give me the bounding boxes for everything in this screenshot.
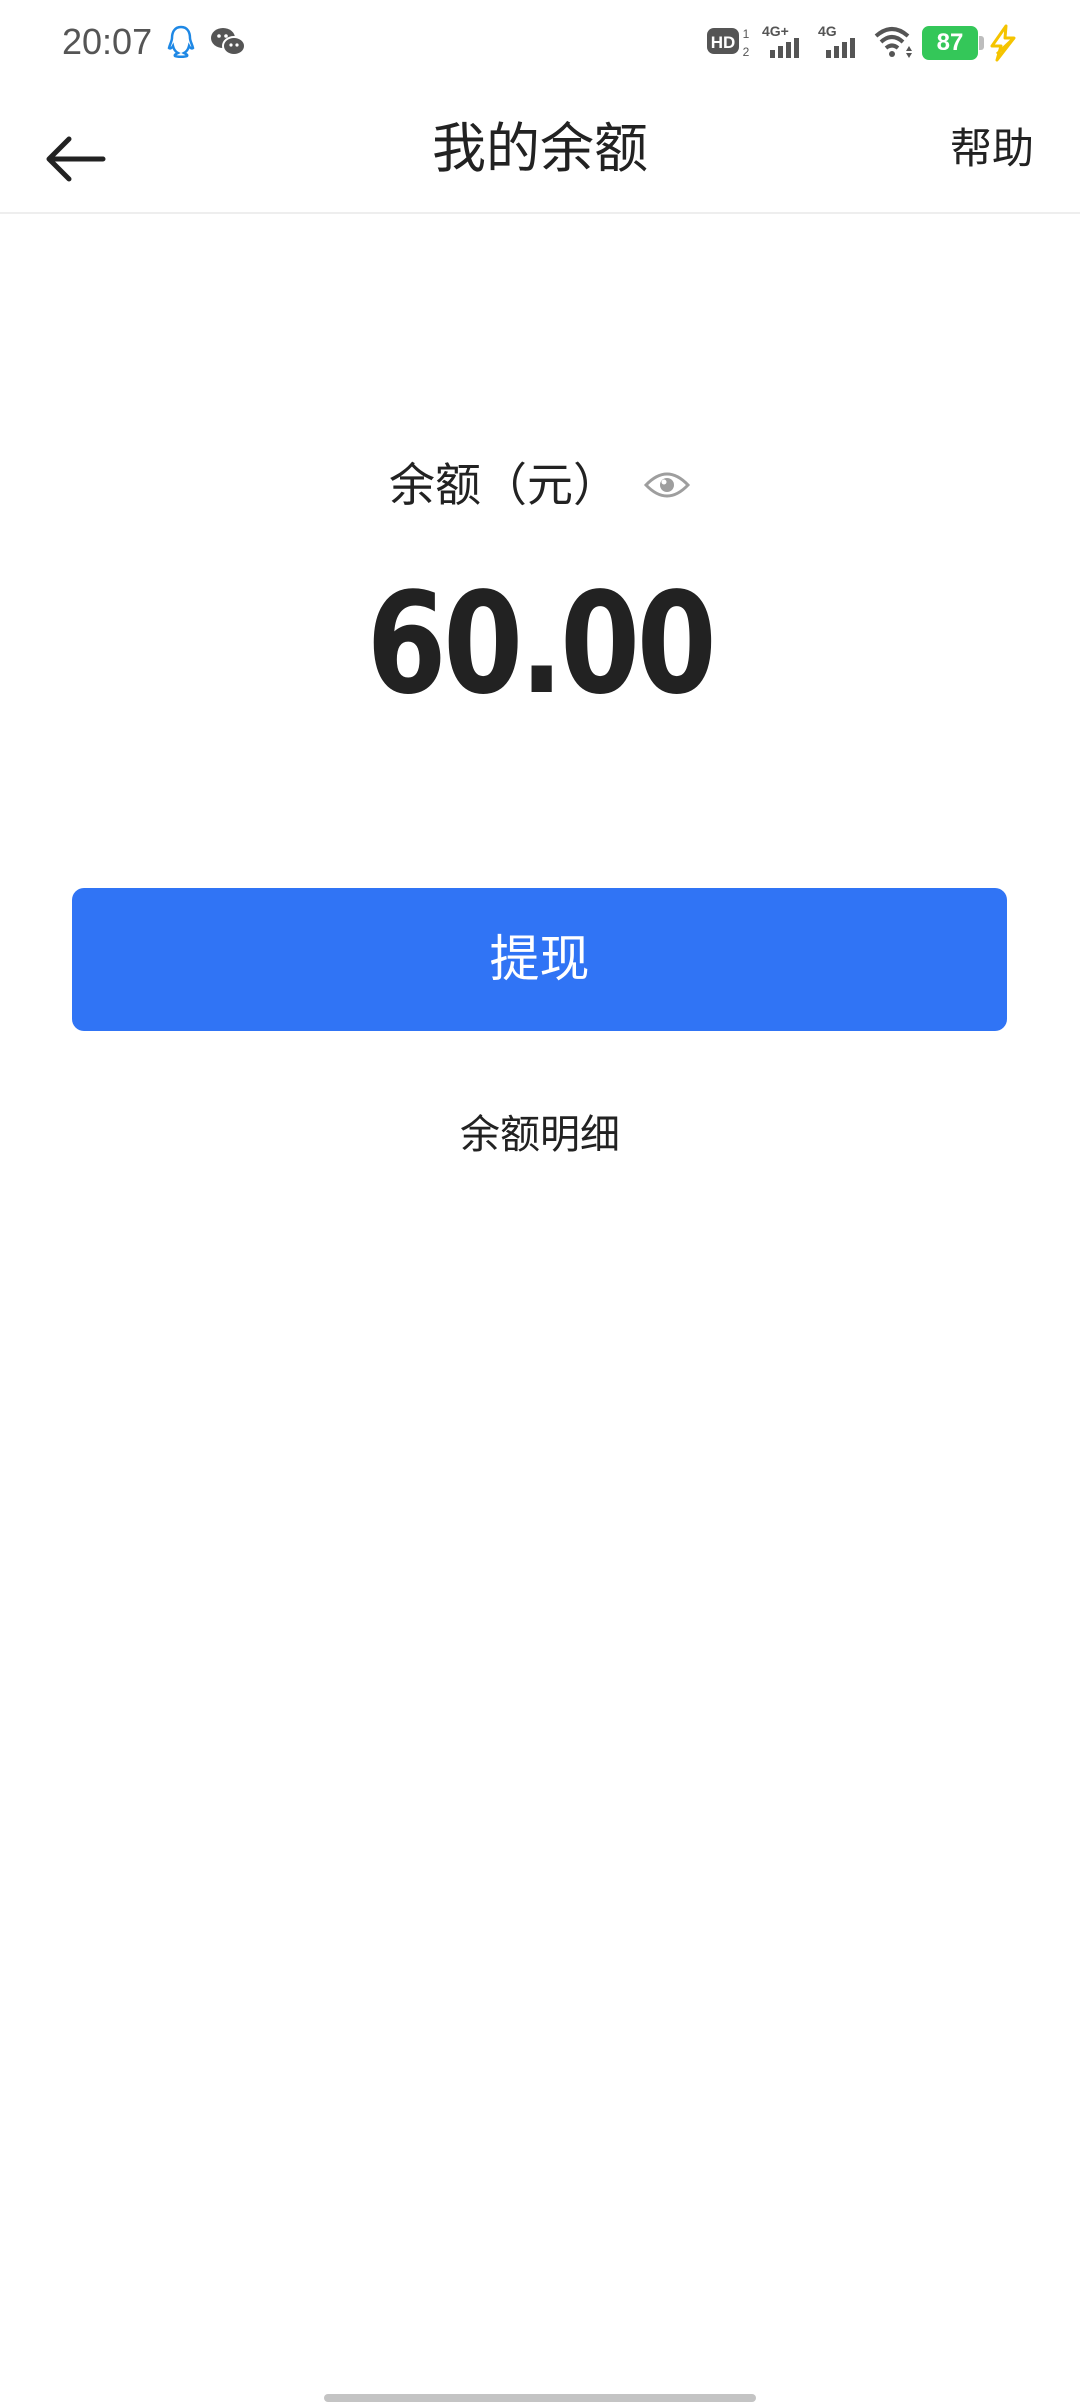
balance-amount: 60.00 <box>366 563 717 726</box>
balance-label: 余额（元） <box>389 458 619 512</box>
withdraw-button[interactable]: 提现 <box>72 888 1007 1031</box>
status-time: 20:07 <box>62 21 153 62</box>
back-button[interactable] <box>30 114 120 204</box>
svg-text:4G+: 4G+ <box>762 23 789 39</box>
svg-text:2: 2 <box>743 45 750 59</box>
balance-detail-row: 余额明细 <box>0 1105 1080 1165</box>
home-indicator[interactable] <box>324 2394 756 2402</box>
page-title: 我的余额 <box>432 117 648 180</box>
help-link[interactable]: 帮助 <box>950 84 1034 214</box>
signal-4g-plus-icon: 4G+ <box>762 23 799 58</box>
wifi-icon <box>874 27 912 58</box>
back-arrow-icon <box>46 136 106 182</box>
balance-label-row: 余额（元） <box>0 450 1080 520</box>
eye-toggle-button[interactable] <box>643 468 691 502</box>
battery-tip <box>979 36 984 50</box>
nav-bar: 我的余额 帮助 <box>0 84 1080 214</box>
svg-text:1: 1 <box>743 27 750 41</box>
qq-icon <box>167 25 195 58</box>
status-bar: 20:07 HD 1 2 4G+ 4G 87 <box>0 0 1080 84</box>
wechat-icon <box>211 28 246 56</box>
hd-icon: HD 1 2 <box>707 27 750 59</box>
svg-text:4G: 4G <box>818 23 837 39</box>
battery-level: 87 <box>936 29 964 56</box>
charging-icon <box>990 24 1016 62</box>
balance-detail-link[interactable]: 余额明细 <box>460 1112 620 1158</box>
signal-4g-icon: 4G <box>818 23 855 58</box>
svg-text:HD: HD <box>711 33 736 52</box>
eye-icon <box>643 472 691 498</box>
